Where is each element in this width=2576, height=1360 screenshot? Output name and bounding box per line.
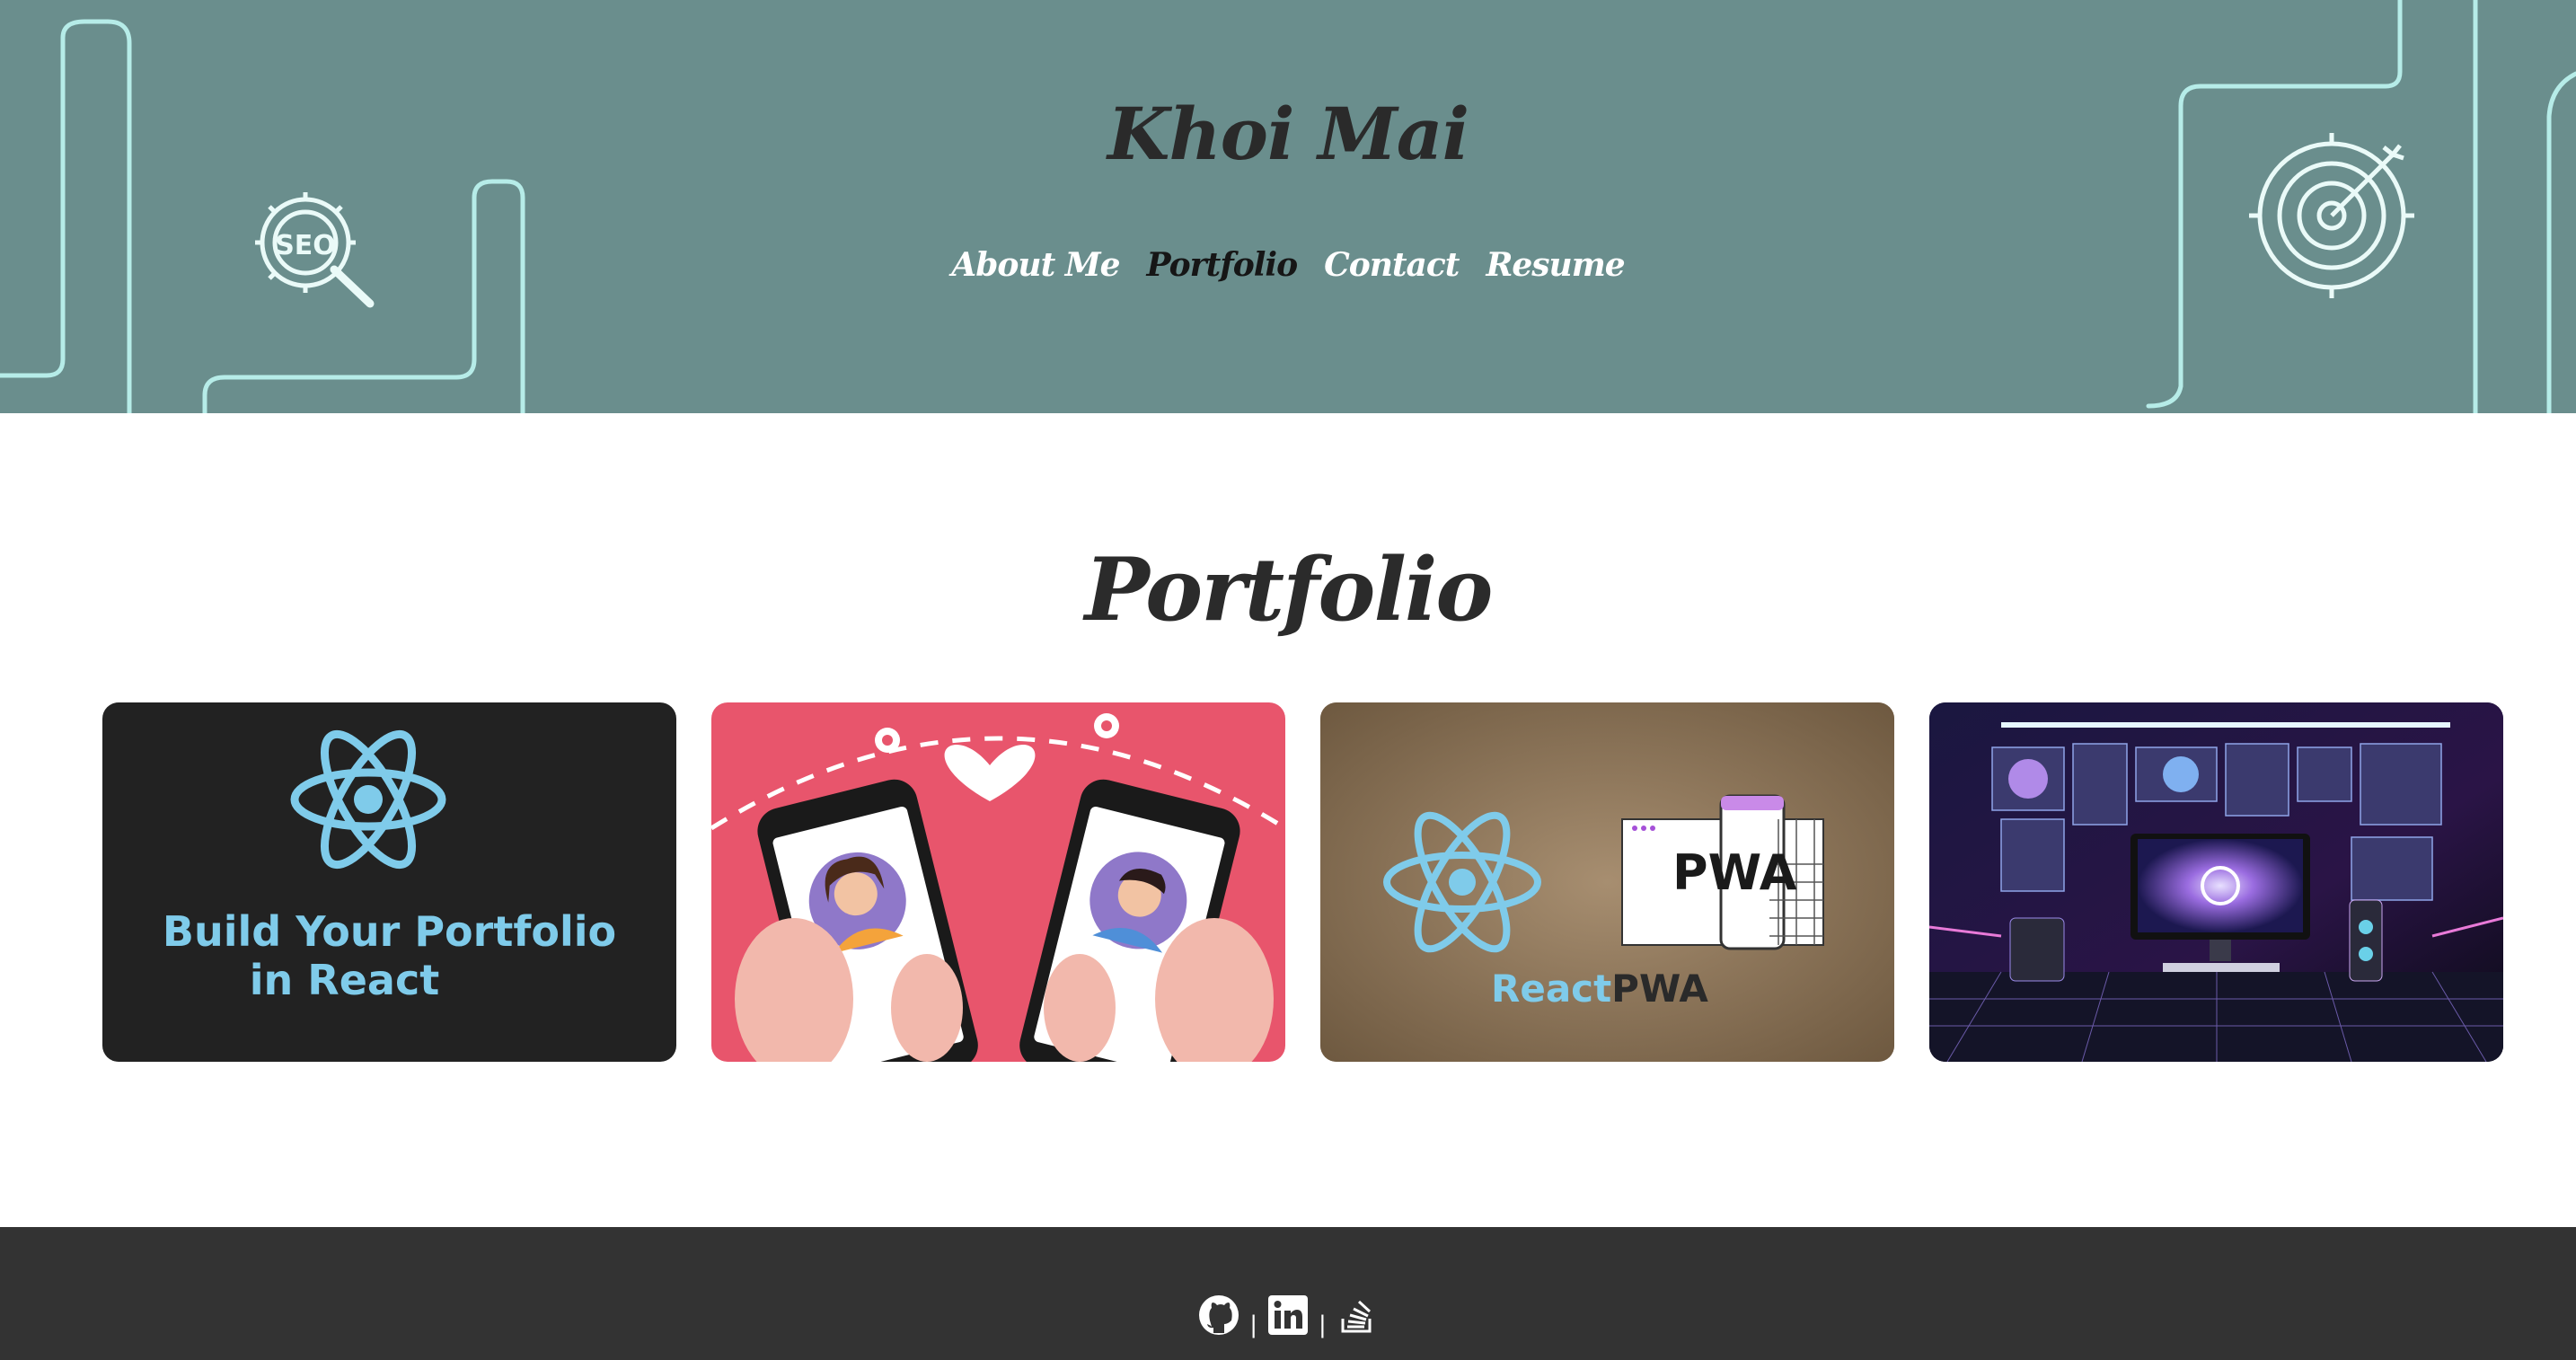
nav-resume[interactable]: Resume	[1486, 246, 1625, 284]
nav-portfolio[interactable]: Portfolio	[1147, 246, 1299, 284]
react-card-caption-line1: Build Your Portfolio	[162, 907, 617, 956]
site-title: Khoi Mai	[1107, 92, 1469, 176]
page: SEO Khoi Mai About Me Portfolio Contact …	[0, 0, 2576, 1360]
neon-workstation-illustration	[1929, 702, 2503, 1062]
project-card-dating-app[interactable]	[711, 702, 1285, 1062]
portfolio-heading: Portfolio	[1084, 539, 1494, 640]
site-header: SEO Khoi Mai About Me Portfolio Contact …	[0, 0, 2576, 413]
react-card-caption-line2: in React	[249, 956, 440, 1004]
nav-contact[interactable]: Contact	[1324, 246, 1460, 284]
github-icon[interactable]	[1197, 1294, 1240, 1337]
pwa-logo-text: PWA	[1672, 844, 1797, 901]
project-card-neon-workstation[interactable]	[1929, 702, 2503, 1062]
main-nav: About Me Portfolio Contact Resume	[0, 246, 2576, 284]
react-card-caption: Build Your Portfolio in React	[102, 907, 676, 1004]
header-decoration: SEO	[0, 0, 2576, 413]
nav-about-me[interactable]: About Me	[951, 246, 1120, 284]
react-pwa-caption-suffix: PWA	[1611, 967, 1708, 1011]
stackoverflow-icon[interactable]	[1336, 1294, 1379, 1337]
social-links: | |	[0, 1292, 2576, 1338]
site-footer: | |	[0, 1227, 2576, 1360]
social-separator: |	[1249, 1311, 1257, 1338]
react-logo-icon	[290, 729, 446, 870]
react-pwa-caption-prefix: React	[1491, 967, 1612, 1011]
project-grid: Build Your Portfolio in React PWA ReactP…	[102, 702, 2503, 1062]
social-separator: |	[1319, 1311, 1327, 1338]
linkedin-icon[interactable]	[1266, 1294, 1310, 1337]
project-card-react-pwa[interactable]: PWA ReactPWA	[1320, 702, 1894, 1062]
dating-app-illustration	[711, 713, 1285, 1062]
react-pwa-caption: ReactPWA	[1491, 967, 1708, 1011]
project-card-react-portfolio[interactable]: Build Your Portfolio in React	[102, 702, 676, 1062]
